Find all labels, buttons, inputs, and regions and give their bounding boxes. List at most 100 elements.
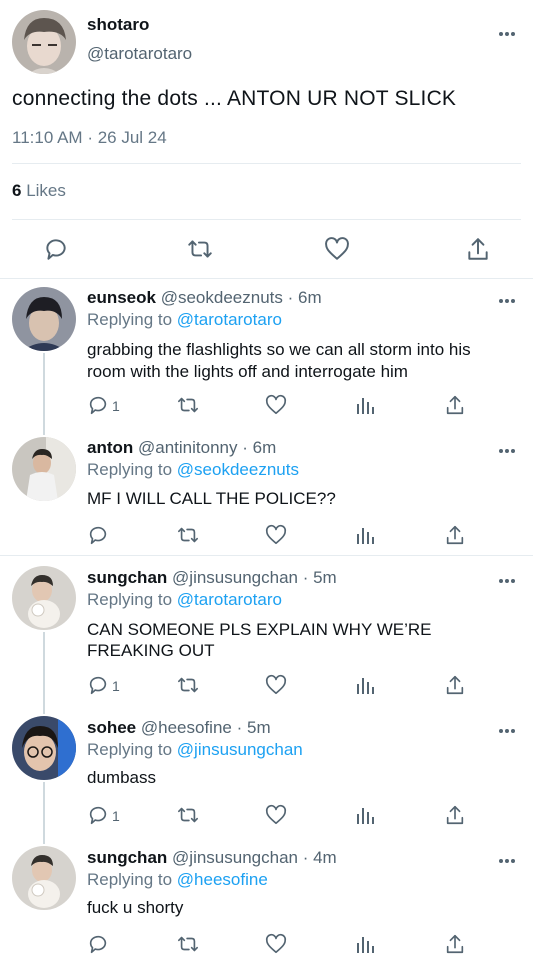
reply-handle[interactable]: @jinsusungchan bbox=[172, 568, 298, 587]
reply-handle[interactable]: @heesofine bbox=[141, 718, 232, 737]
author-handle[interactable]: @tarotarotaro bbox=[87, 44, 192, 64]
avatar[interactable] bbox=[12, 716, 76, 780]
retweet-icon[interactable] bbox=[186, 236, 214, 267]
reply-handle[interactable]: @seokdeeznuts bbox=[161, 288, 283, 307]
avatar[interactable] bbox=[12, 437, 76, 501]
date-separator: · bbox=[87, 128, 93, 147]
tweet-date: 26 Jul 24 bbox=[97, 128, 167, 147]
heart-icon[interactable] bbox=[265, 524, 287, 551]
share-icon[interactable] bbox=[444, 804, 466, 831]
replying-to: Replying to @tarotarotaro bbox=[87, 310, 282, 330]
likes-stat[interactable]: 6 Likes bbox=[12, 181, 66, 201]
tweet-text: connecting the dots ... ANTON UR NOT SLI… bbox=[12, 87, 457, 110]
reply-name[interactable]: eunseok bbox=[87, 288, 156, 307]
avatar-image bbox=[12, 10, 76, 74]
share-icon[interactable] bbox=[444, 674, 466, 701]
replying-to: Replying to @seokdeeznuts bbox=[87, 460, 299, 480]
more-icon[interactable] bbox=[497, 443, 517, 453]
replying-to-link[interactable]: @heesofine bbox=[177, 870, 268, 889]
share-icon[interactable] bbox=[444, 524, 466, 551]
reply-icon[interactable] bbox=[43, 236, 69, 267]
reply-icon[interactable] bbox=[87, 394, 109, 421]
reply-text-line: FREAKING OUT bbox=[87, 641, 215, 660]
more-icon[interactable] bbox=[497, 723, 517, 733]
reply-time: · 5m bbox=[302, 568, 337, 587]
replying-to: Replying to @tarotarotaro bbox=[87, 590, 282, 610]
replying-to-link[interactable]: @tarotarotaro bbox=[177, 310, 282, 329]
divider bbox=[0, 555, 533, 556]
reply-handle[interactable]: @antinitonny bbox=[138, 438, 238, 457]
share-icon[interactable] bbox=[465, 236, 491, 267]
reply-header: sungchan @jinsusungchan · 5m bbox=[87, 568, 337, 588]
divider bbox=[0, 278, 533, 279]
replying-label: Replying to bbox=[87, 590, 173, 609]
more-icon[interactable] bbox=[497, 26, 517, 36]
reply-time: · 6m bbox=[287, 288, 322, 307]
reply-time: · 4m bbox=[302, 848, 337, 867]
reply-text: dumbass bbox=[87, 768, 156, 787]
reply-text-line: grabbing the flashlights so we can all s… bbox=[87, 340, 471, 359]
replying-label: Replying to bbox=[87, 310, 173, 329]
reply-text: MF I WILL CALL THE POLICE?? bbox=[87, 489, 336, 508]
replying-label: Replying to bbox=[87, 870, 173, 889]
thread-line bbox=[43, 632, 45, 714]
replying-to: Replying to @jinsusungchan bbox=[87, 740, 303, 760]
reply-header: sungchan @jinsusungchan · 4m bbox=[87, 848, 337, 868]
replying-to-link[interactable]: @seokdeeznuts bbox=[177, 460, 299, 479]
reply-icon[interactable] bbox=[87, 524, 109, 551]
reply-text: fuck u shorty bbox=[87, 898, 184, 917]
retweet-icon[interactable] bbox=[176, 524, 200, 551]
reply-icon[interactable] bbox=[87, 674, 109, 701]
heart-icon[interactable] bbox=[324, 236, 350, 267]
analytics-icon[interactable] bbox=[355, 933, 375, 960]
retweet-icon[interactable] bbox=[176, 394, 200, 421]
author-name[interactable]: shotaro bbox=[87, 15, 149, 35]
timestamp: 11:10 AM · 26 Jul 24 bbox=[12, 128, 167, 148]
heart-icon[interactable] bbox=[265, 394, 287, 421]
heart-icon[interactable] bbox=[265, 933, 287, 960]
reply-text-line: CAN SOMEONE PLS EXPLAIN WHY WE’RE bbox=[87, 620, 432, 639]
reply-handle[interactable]: @jinsusungchan bbox=[172, 848, 298, 867]
heart-icon[interactable] bbox=[265, 674, 287, 701]
more-icon[interactable] bbox=[497, 853, 517, 863]
reply-count: 1 bbox=[112, 398, 120, 414]
share-icon[interactable] bbox=[444, 394, 466, 421]
reply-name[interactable]: sohee bbox=[87, 718, 136, 737]
reply-count: 1 bbox=[112, 808, 120, 824]
analytics-icon[interactable] bbox=[355, 674, 375, 701]
avatar[interactable] bbox=[12, 287, 76, 351]
reply-icon[interactable] bbox=[87, 933, 109, 960]
reply-name[interactable]: anton bbox=[87, 438, 133, 457]
avatar[interactable] bbox=[12, 10, 76, 74]
retweet-icon[interactable] bbox=[176, 674, 200, 701]
analytics-icon[interactable] bbox=[355, 394, 375, 421]
retweet-icon[interactable] bbox=[176, 804, 200, 831]
retweet-icon[interactable] bbox=[176, 933, 200, 960]
reply-time: · 6m bbox=[242, 438, 277, 457]
analytics-icon[interactable] bbox=[355, 804, 375, 831]
reply-text-line: room with the lights off and interrogate… bbox=[87, 362, 408, 381]
reply-count: 1 bbox=[112, 678, 120, 694]
reply-text: grabbing the flashlights so we can all s… bbox=[87, 339, 471, 383]
reply-header: eunseok @seokdeeznuts · 6m bbox=[87, 288, 322, 308]
reply-name[interactable]: sungchan bbox=[87, 848, 167, 867]
reply-header: sohee @heesofine · 5m bbox=[87, 718, 271, 738]
replying-label: Replying to bbox=[87, 460, 173, 479]
thread-line bbox=[43, 353, 45, 435]
share-icon[interactable] bbox=[444, 933, 466, 960]
replying-label: Replying to bbox=[87, 740, 173, 759]
replying-to-link[interactable]: @jinsusungchan bbox=[177, 740, 303, 759]
more-icon[interactable] bbox=[497, 293, 517, 303]
analytics-icon[interactable] bbox=[355, 524, 375, 551]
more-icon[interactable] bbox=[497, 573, 517, 583]
reply-header: anton @antinitonny · 6m bbox=[87, 438, 276, 458]
avatar[interactable] bbox=[12, 846, 76, 910]
reply-time: · 5m bbox=[236, 718, 271, 737]
avatar[interactable] bbox=[12, 566, 76, 630]
replying-to-link[interactable]: @tarotarotaro bbox=[177, 590, 282, 609]
reply-icon[interactable] bbox=[87, 804, 109, 831]
reply-name[interactable]: sungchan bbox=[87, 568, 167, 587]
divider bbox=[12, 219, 521, 220]
likes-label: Likes bbox=[26, 181, 66, 200]
heart-icon[interactable] bbox=[265, 804, 287, 831]
